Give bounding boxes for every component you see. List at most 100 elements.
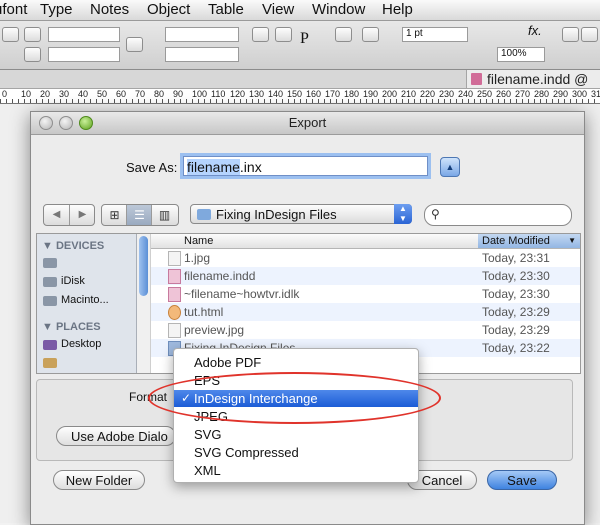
sidebar-scrollbar[interactable] bbox=[137, 234, 151, 373]
list-view-icon[interactable]: ☰ bbox=[126, 205, 152, 225]
ruler-label: 40 bbox=[78, 89, 89, 99]
control-panel: P 1 pt fx. 100% bbox=[0, 21, 600, 70]
select-container-icon[interactable] bbox=[335, 27, 352, 42]
finder-sidebar: ▼ DEVICES iDisk Macinto... ▼ PLACES Desk… bbox=[37, 234, 137, 373]
ruler-label: 70 bbox=[135, 89, 146, 99]
column-name[interactable]: Name bbox=[184, 235, 213, 247]
annotation-highlight-oval bbox=[148, 372, 441, 424]
format-option-xml[interactable]: XML bbox=[174, 462, 418, 479]
image-file-icon bbox=[168, 251, 181, 266]
column-view-icon[interactable]: ▥ bbox=[151, 205, 177, 225]
file-date: Today, 23:22 bbox=[482, 341, 550, 355]
ruler-label: 190 bbox=[363, 89, 379, 99]
sidebar-item-macintosh[interactable]: Macinto... bbox=[61, 294, 109, 306]
table-row[interactable]: tut.html Today, 23:29 bbox=[151, 303, 580, 321]
display-icon bbox=[43, 258, 57, 268]
hard-drive-icon bbox=[43, 296, 57, 306]
ruler-label: 240 bbox=[458, 89, 474, 99]
file-name: 1.jpg bbox=[184, 251, 211, 265]
filename-selected-text: filename bbox=[187, 159, 240, 175]
stroke-weight-field[interactable]: 1 pt bbox=[402, 27, 468, 42]
opacity-value: 100% bbox=[501, 48, 527, 59]
sidebar-item-desktop[interactable]: Desktop bbox=[61, 338, 101, 350]
table-row[interactable]: filename.indd Today, 23:30 bbox=[151, 267, 580, 285]
rotation-field[interactable] bbox=[165, 27, 239, 42]
ruler-label: 220 bbox=[420, 89, 436, 99]
panel-icon-2[interactable] bbox=[581, 27, 598, 42]
document-tab-strip: filename.indd @ 12 bbox=[0, 70, 600, 105]
menu-table[interactable]: Table bbox=[208, 1, 244, 19]
file-date: Today, 23:29 bbox=[482, 305, 550, 319]
menu-object[interactable]: Object bbox=[147, 1, 190, 19]
table-row[interactable]: 1.jpg Today, 23:31 bbox=[151, 249, 580, 267]
file-name: preview.jpg bbox=[184, 323, 245, 337]
menu-view[interactable]: View bbox=[262, 1, 294, 19]
format-option-svg-compressed[interactable]: SVG Compressed bbox=[174, 444, 418, 461]
location-popup[interactable]: Fixing InDesign Files ▲ ▼ bbox=[190, 204, 412, 224]
back-icon[interactable]: ◀ bbox=[44, 205, 69, 225]
scrollbar-thumb[interactable] bbox=[139, 236, 148, 296]
ruler-label: 170 bbox=[325, 89, 341, 99]
ruler-label: 100 bbox=[192, 89, 208, 99]
save-as-field[interactable]: filename.inx bbox=[183, 156, 428, 176]
menu-window[interactable]: Window bbox=[312, 1, 365, 19]
menu-help[interactable]: Help bbox=[382, 1, 413, 19]
save-as-label: Save As: bbox=[126, 160, 178, 175]
dialog-title: Export bbox=[288, 115, 327, 130]
fx-icon[interactable]: fx. bbox=[528, 24, 542, 37]
ruler-label: 130 bbox=[249, 89, 265, 99]
opacity-field[interactable]: 100% bbox=[497, 47, 545, 62]
file-name: tut.html bbox=[184, 305, 224, 319]
p-icon[interactable]: P bbox=[300, 31, 309, 47]
save-button[interactable]: Save bbox=[487, 470, 557, 490]
flip-icon[interactable] bbox=[275, 27, 292, 42]
indesign-file-icon bbox=[168, 269, 181, 284]
x-field[interactable] bbox=[48, 27, 120, 42]
menu-type[interactable]: Type bbox=[40, 1, 73, 19]
image-file-icon bbox=[168, 323, 181, 338]
ruler-label: 310 bbox=[591, 89, 600, 99]
width-icon[interactable] bbox=[24, 27, 41, 42]
table-row[interactable]: ~filename~howtvr.idlk Today, 23:30 bbox=[151, 285, 580, 303]
idisk-icon bbox=[43, 277, 57, 287]
shear-field[interactable] bbox=[165, 47, 239, 62]
icon-view-icon[interactable]: ⊞ bbox=[102, 205, 127, 225]
panel-icon[interactable] bbox=[562, 27, 579, 42]
popup-arrows-icon: ▲ ▼ bbox=[394, 204, 412, 224]
ruler-label: 270 bbox=[515, 89, 531, 99]
format-option-adobe-pdf[interactable]: Adobe PDF bbox=[174, 354, 418, 371]
search-input[interactable]: ⚲ bbox=[424, 204, 572, 226]
forward-icon[interactable]: ▶ bbox=[69, 205, 94, 225]
ruler-label: 210 bbox=[401, 89, 417, 99]
align-icon[interactable] bbox=[362, 27, 379, 42]
document-tab[interactable]: filename.indd @ 12 bbox=[466, 70, 600, 105]
file-date: Today, 23:31 bbox=[482, 251, 550, 265]
menu-notes[interactable]: Notes bbox=[90, 1, 129, 19]
back-forward-buttons: ◀ ▶ bbox=[43, 204, 95, 226]
use-adobe-dialog-button[interactable]: Use Adobe Dialo bbox=[56, 426, 176, 446]
rotate-icon[interactable] bbox=[252, 27, 269, 42]
ruler-label: 140 bbox=[268, 89, 284, 99]
column-date-modified[interactable]: Date Modified ▼ bbox=[478, 234, 580, 248]
table-row[interactable]: preview.jpg Today, 23:29 bbox=[151, 321, 580, 339]
file-date: Today, 23:30 bbox=[482, 287, 550, 301]
ruler-label: 120 bbox=[230, 89, 246, 99]
format-option-svg[interactable]: SVG bbox=[174, 426, 418, 443]
sidebar-item-idisk[interactable]: iDisk bbox=[61, 275, 85, 287]
devices-heading[interactable]: ▼ DEVICES bbox=[42, 240, 104, 252]
ruler-label: 260 bbox=[496, 89, 512, 99]
view-mode-buttons: ⊞ ☰ ▥ bbox=[101, 204, 179, 226]
y-field[interactable] bbox=[48, 47, 120, 62]
constrain-icon[interactable] bbox=[126, 37, 143, 52]
places-heading[interactable]: ▼ PLACES bbox=[42, 321, 101, 333]
location-label: Fixing InDesign Files bbox=[216, 207, 337, 222]
ruler-label: 150 bbox=[287, 89, 303, 99]
collapse-browser-button[interactable]: ▲ bbox=[440, 157, 460, 177]
ruler-label: 180 bbox=[344, 89, 360, 99]
ruler-label: 50 bbox=[97, 89, 108, 99]
link-icon[interactable] bbox=[2, 27, 19, 42]
file-name: filename.indd bbox=[184, 269, 256, 283]
menu-font[interactable]: ufont bbox=[0, 1, 27, 19]
height-icon[interactable] bbox=[24, 47, 41, 62]
new-folder-button[interactable]: New Folder bbox=[53, 470, 145, 490]
